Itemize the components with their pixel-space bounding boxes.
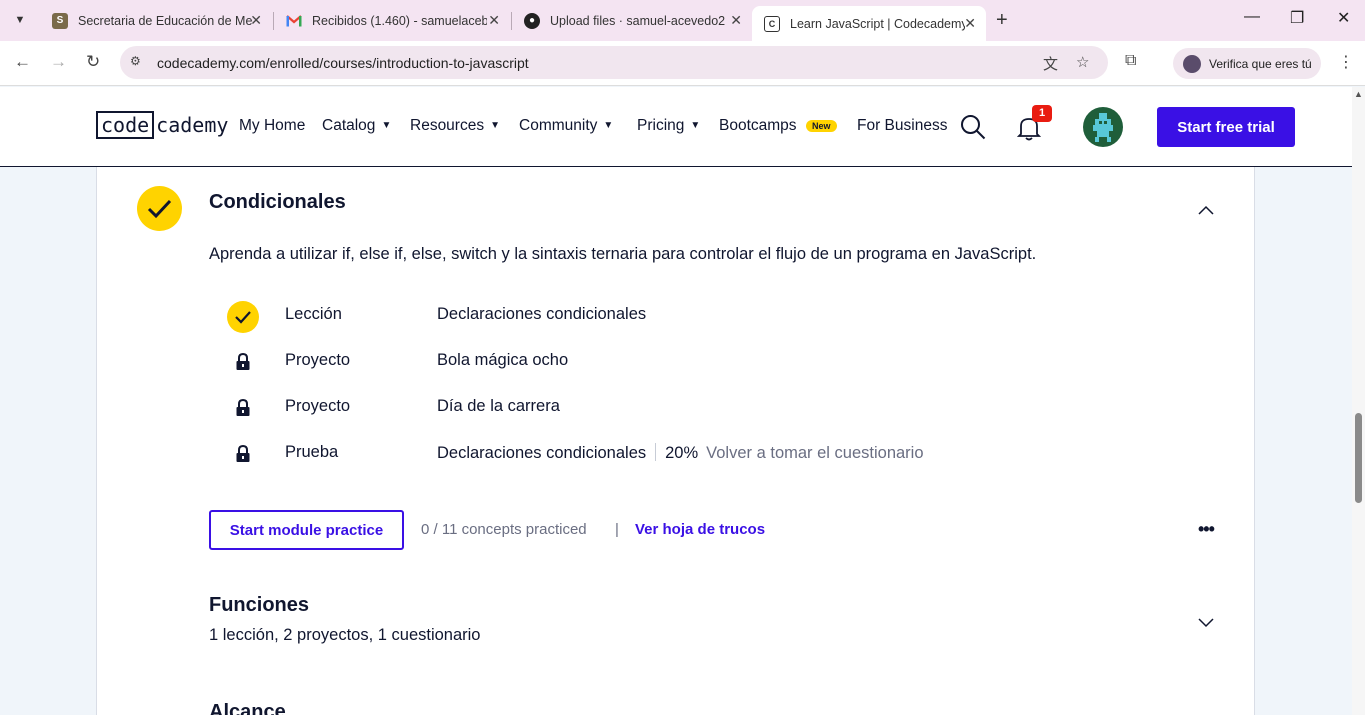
github-favicon-icon: ● <box>524 12 540 29</box>
profile-label: Verifica que eres tú <box>1209 56 1312 71</box>
nav-my-home[interactable]: My Home <box>239 117 305 135</box>
item-type-label: Proyecto <box>285 351 351 369</box>
nav-catalog-label: Catalog <box>322 117 376 134</box>
item-name-link[interactable]: Declaraciones condicionales <box>437 305 646 324</box>
quiz-row: Declaraciones condicionales 20% Volver a t… <box>437 443 924 463</box>
nav-pricing-label: Pricing <box>637 117 685 134</box>
nav-pricing[interactable]: Pricing ▼ <box>637 117 700 135</box>
profile-avatar-icon <box>1183 54 1201 73</box>
more-options-icon[interactable]: ••• <box>1198 519 1215 540</box>
url-text[interactable]: codecademy.com/enrolled/courses/introduc… <box>157 55 529 71</box>
minimize-window-icon[interactable]: — <box>1244 8 1260 26</box>
module-description: Aprenda a utilizar if, else if, else, sw… <box>209 245 1037 263</box>
codecademy-logo[interactable]: code cademy <box>96 111 228 139</box>
cheatsheet-link[interactable]: Ver hoja de trucos <box>635 521 765 538</box>
nav-for-business[interactable]: For Business <box>857 117 947 135</box>
tab-title: Learn JavaScript | Codecademy <box>790 16 965 31</box>
divider: | <box>615 521 619 538</box>
start-free-trial-button[interactable]: Start free trial <box>1157 107 1295 147</box>
address-bar[interactable]: ⚙ codecademy.com/enrolled/courses/introd… <box>120 46 1108 79</box>
item-type-label: Prueba <box>285 443 339 461</box>
codecademy-favicon-icon: C <box>764 15 780 32</box>
page-scrollbar[interactable]: ▲ <box>1352 87 1365 715</box>
item-name-link[interactable]: Día de la carrera <box>437 397 560 416</box>
course-syllabus-card: Condicionales Aprenda a utilizar if, els… <box>96 167 1255 715</box>
site-header: code cademy My Home Catalog ▼ Resources ▼ C… <box>0 87 1352 167</box>
new-badge: New <box>806 120 837 132</box>
nav-resources-label: Resources <box>410 117 485 134</box>
caret-down-icon: ▼ <box>381 120 392 131</box>
module-title[interactable]: Alcance <box>209 701 286 715</box>
school-favicon-icon: S <box>52 12 68 29</box>
browser-tab[interactable]: Recibidos (1.460) - samuelacebedo ✕ <box>274 6 510 35</box>
nav-community[interactable]: Community ▼ <box>519 117 613 135</box>
module-summary: 1 lección, 2 proyectos, 1 cuestionario <box>209 626 481 644</box>
item-type-label: Lección <box>285 305 342 323</box>
tab-title: Secretaria de Educación de Medellín <box>78 13 253 28</box>
close-window-icon[interactable]: ✕ <box>1337 8 1350 28</box>
tab-title: Upload files · samuel-acevedo2025 <box>550 13 725 28</box>
caret-down-icon: ▼ <box>603 120 614 131</box>
close-tab-icon[interactable]: ✕ <box>964 15 976 32</box>
translate-icon[interactable]: 文 <box>1043 53 1058 74</box>
lesson-complete-check-icon <box>227 301 259 333</box>
search-icon[interactable] <box>960 114 986 140</box>
reload-icon[interactable]: ↻ <box>86 52 100 72</box>
retake-quiz-link[interactable]: Volver a tomar el cuestionario <box>706 444 923 462</box>
concepts-practiced-count: 0 / 11 concepts practiced <box>421 521 587 538</box>
chevron-up-icon[interactable] <box>1197 204 1215 216</box>
site-settings-icon[interactable]: ⚙ <box>130 54 146 70</box>
profile-chip[interactable]: Verifica que eres tú <box>1173 48 1321 79</box>
divider <box>655 443 657 461</box>
module-title[interactable]: Condicionales <box>209 191 346 214</box>
close-tab-icon[interactable]: ✕ <box>730 12 742 29</box>
restore-window-icon[interactable]: ❐ <box>1290 8 1304 28</box>
logo-box-text: code <box>96 111 155 139</box>
browser-tab-strip: ▼ S Secretaria de Educación de Medellín … <box>0 0 1365 41</box>
browser-tab[interactable]: S Secretaria de Educación de Medellín ✕ <box>40 6 272 35</box>
caret-down-icon: ▼ <box>490 120 500 131</box>
module-title[interactable]: Funciones <box>209 594 309 617</box>
browser-tab-active[interactable]: C Learn JavaScript | Codecademy ✕ <box>752 6 986 41</box>
item-type-label: Proyecto <box>285 397 351 415</box>
tab-title: Recibidos (1.460) - samuelacebedo <box>312 13 487 28</box>
nav-catalog[interactable]: Catalog ▼ <box>322 117 391 135</box>
quiz-score: 20% <box>665 444 699 462</box>
logo-rest-text: cademy <box>156 113 229 137</box>
nav-bootcamps[interactable]: Bootcamps <box>719 117 797 135</box>
chevron-down-icon[interactable] <box>1197 616 1215 628</box>
scroll-up-arrow-icon[interactable]: ▲ <box>1354 89 1363 99</box>
notification-count-badge: 1 <box>1032 105 1052 122</box>
start-module-practice-button[interactable]: Start module practice <box>209 510 404 550</box>
back-arrow-icon[interactable]: ← <box>14 52 31 72</box>
new-tab-plus-icon[interactable]: + <box>996 9 1008 32</box>
close-tab-icon[interactable]: ✕ <box>250 12 262 29</box>
item-name-link[interactable]: Declaraciones condicionales <box>437 444 646 462</box>
lock-icon <box>236 353 250 370</box>
item-name-link[interactable]: Bola mágica ocho <box>437 351 568 370</box>
bookmark-star-icon[interactable]: ☆ <box>1076 53 1089 71</box>
user-avatar[interactable] <box>1083 107 1123 147</box>
forward-arrow-icon[interactable]: → <box>50 52 67 72</box>
caret-down-icon: ▼ <box>690 120 701 131</box>
nav-resources[interactable]: Resources ▼ <box>410 117 500 135</box>
nav-community-label: Community <box>519 117 598 134</box>
browser-tab[interactable]: ● Upload files · samuel-acevedo2025 ✕ <box>512 6 752 35</box>
scrollbar-thumb[interactable] <box>1355 413 1362 503</box>
tab-search-chevron-icon[interactable]: ▼ <box>8 8 32 32</box>
lock-icon <box>236 399 250 416</box>
module-complete-check-icon <box>137 186 182 231</box>
gmail-favicon-icon <box>286 13 302 29</box>
browser-menu-icon[interactable]: ⋮ <box>1338 52 1354 72</box>
extensions-puzzle-icon[interactable]: ⧉ <box>1125 52 1136 70</box>
lock-icon <box>236 445 250 462</box>
close-tab-icon[interactable]: ✕ <box>488 12 500 29</box>
browser-toolbar: ← → ↻ ⚙ codecademy.com/enrolled/courses/… <box>0 41 1365 86</box>
